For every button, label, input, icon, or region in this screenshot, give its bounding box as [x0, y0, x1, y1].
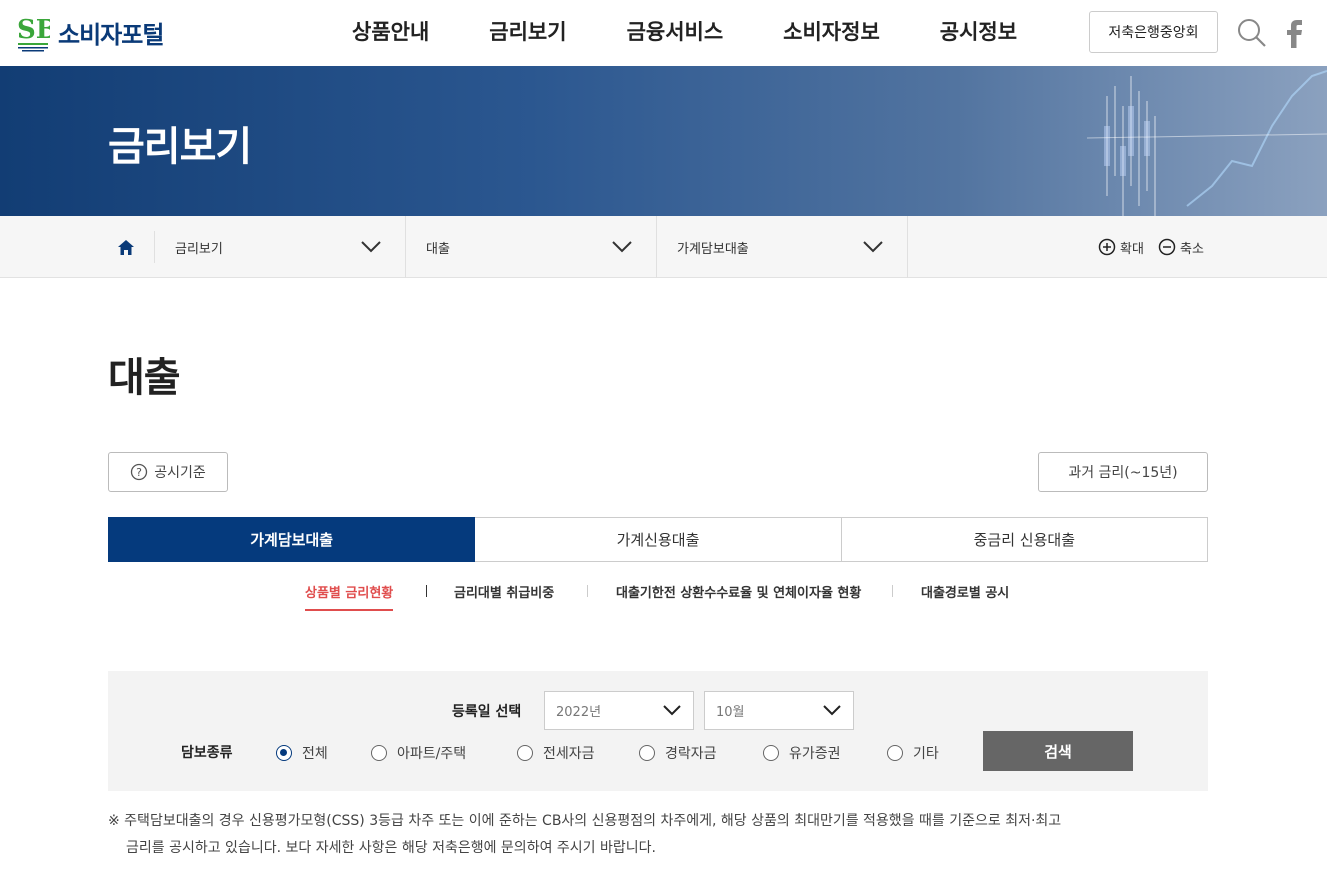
month-select-value: 10월 [716, 705, 745, 720]
radio-indicator [887, 745, 903, 761]
svg-text:?: ? [136, 466, 142, 479]
radio-apartment-house[interactable]: 아파트/주택 [371, 743, 466, 763]
radio-label: 경락자금 [665, 746, 717, 762]
location-dropdown-depth1[interactable]: 금리보기 [155, 216, 406, 278]
zoom-out-label: 축소 [1180, 241, 1204, 257]
search-filter-box: 등록일 선택 2022년 10월 담보종류 전체 아파트/주택 전세자금 경락자… [108, 671, 1208, 791]
location-bar: 금리보기 대출 가계담보대출 확대 축소 [0, 216, 1327, 278]
zoom-out-button[interactable]: 축소 [1158, 216, 1204, 278]
subtab-divider [892, 585, 893, 597]
subtab-divider [587, 585, 588, 597]
minus-circle-icon [1158, 238, 1176, 256]
question-circle-icon: ? [131, 463, 148, 481]
search-button[interactable]: 검색 [983, 731, 1133, 771]
radio-auction-fund[interactable]: 경락자금 [639, 743, 717, 763]
nav-item-rates[interactable]: 금리보기 [489, 16, 566, 46]
past-rates-button[interactable]: 과거 금리(~15년) [1038, 452, 1208, 492]
zoom-in-label: 확대 [1120, 241, 1144, 257]
radio-other[interactable]: 기타 [887, 743, 939, 763]
collateral-type-label: 담보종류 [181, 745, 233, 761]
radio-label: 기타 [913, 746, 939, 762]
nav-item-financial-services[interactable]: 금융서비스 [627, 16, 724, 46]
logo-text: 소비자포털 [58, 20, 164, 49]
radio-indicator [517, 745, 533, 761]
chevron-down-icon [612, 241, 632, 253]
page-title: 대출 [108, 355, 181, 401]
plus-circle-icon [1098, 238, 1116, 256]
disclosure-standard-label: 공시기준 [154, 465, 206, 481]
subtab-rates-by-product[interactable]: 상품별 금리현황 [305, 582, 394, 611]
nav-item-consumer-info[interactable]: 소비자정보 [783, 16, 880, 46]
location-dropdown-depth2[interactable]: 대출 [406, 216, 657, 278]
date-select-label: 등록일 선택 [452, 704, 522, 720]
month-select[interactable]: 10월 [704, 691, 854, 730]
location-dropdown-depth3[interactable]: 가계담보대출 [657, 216, 908, 278]
subtab-divider [426, 585, 427, 597]
radio-label: 유가증권 [789, 746, 841, 762]
loan-type-tabs: 가계담보대출 가계신용대출 중금리 신용대출 [108, 517, 1208, 562]
facebook-icon[interactable] [1282, 16, 1306, 48]
sub-tabs: 상품별 금리현황 금리대별 취급비중 대출기한전 상환수수료율 및 연체이자율 … [0, 582, 1327, 614]
radio-label: 전체 [302, 746, 328, 762]
location-label: 가계담보대출 [677, 241, 749, 257]
site-header: SB 소비자포털 상품안내 금리보기 금융서비스 소비자정보 공시정보 저축은행… [0, 0, 1327, 66]
location-label: 대출 [426, 241, 450, 257]
subtab-loan-channel[interactable]: 대출경로별 공시 [921, 582, 1009, 601]
chevron-down-icon [823, 705, 841, 716]
zoom-in-button[interactable]: 확대 [1098, 216, 1144, 278]
radio-indicator [371, 745, 387, 761]
year-select-value: 2022년 [556, 705, 602, 720]
home-link[interactable] [98, 231, 155, 263]
note-line-2: 금리를 공시하고 있습니다. 보다 자세한 사항은 해당 저축은행에 문의하여 … [126, 840, 656, 856]
tab-household-secured-loan[interactable]: 가계담보대출 [108, 517, 476, 562]
radio-indicator [276, 745, 292, 761]
tab-household-credit-loan[interactable]: 가계신용대출 [475, 517, 842, 562]
radio-jeonse-fund[interactable]: 전세자금 [517, 743, 595, 763]
radio-securities[interactable]: 유가증권 [763, 743, 841, 763]
disclosure-standard-button[interactable]: ? 공시기준 [108, 452, 228, 492]
site-logo[interactable]: SB 소비자포털 [16, 10, 164, 54]
subtab-prepayment-fee-rates[interactable]: 대출기한전 상환수수료율 및 연체이자율 현황 [616, 582, 861, 601]
chevron-down-icon [863, 241, 883, 253]
radio-indicator [639, 745, 655, 761]
home-icon [118, 239, 134, 255]
subtab-rate-band-share[interactable]: 금리대별 취급비중 [454, 582, 554, 601]
stock-chart-decoration [1086, 70, 1327, 216]
hero-banner: 금리보기 [0, 66, 1327, 216]
radio-label: 전세자금 [543, 746, 595, 762]
search-icon[interactable] [1236, 17, 1268, 49]
sb-logo-icon: SB [17, 15, 50, 52]
location-label: 금리보기 [175, 241, 223, 257]
svg-text:SB: SB [17, 15, 50, 45]
radio-label: 아파트/주택 [397, 746, 467, 762]
nav-item-products[interactable]: 상품안내 [352, 16, 429, 46]
tab-mid-rate-credit-loan[interactable]: 중금리 신용대출 [841, 517, 1208, 562]
chevron-down-icon [361, 241, 381, 253]
association-button[interactable]: 저축은행중앙회 [1089, 11, 1218, 53]
chevron-down-icon [663, 705, 681, 716]
radio-all[interactable]: 전체 [276, 743, 328, 763]
nav-item-disclosure[interactable]: 공시정보 [940, 16, 1017, 46]
main-nav: 상품안내 금리보기 금융서비스 소비자정보 공시정보 [352, 16, 1077, 46]
hero-title: 금리보기 [108, 124, 252, 170]
disclosure-note: ※ 주택담보대출의 경우 신용평가모형(CSS) 3등급 차주 또는 이에 준하… [108, 808, 1168, 862]
radio-indicator [763, 745, 779, 761]
year-select[interactable]: 2022년 [544, 691, 694, 730]
note-line-1: ※ 주택담보대출의 경우 신용평가모형(CSS) 3등급 차주 또는 이에 준하… [108, 813, 1062, 829]
